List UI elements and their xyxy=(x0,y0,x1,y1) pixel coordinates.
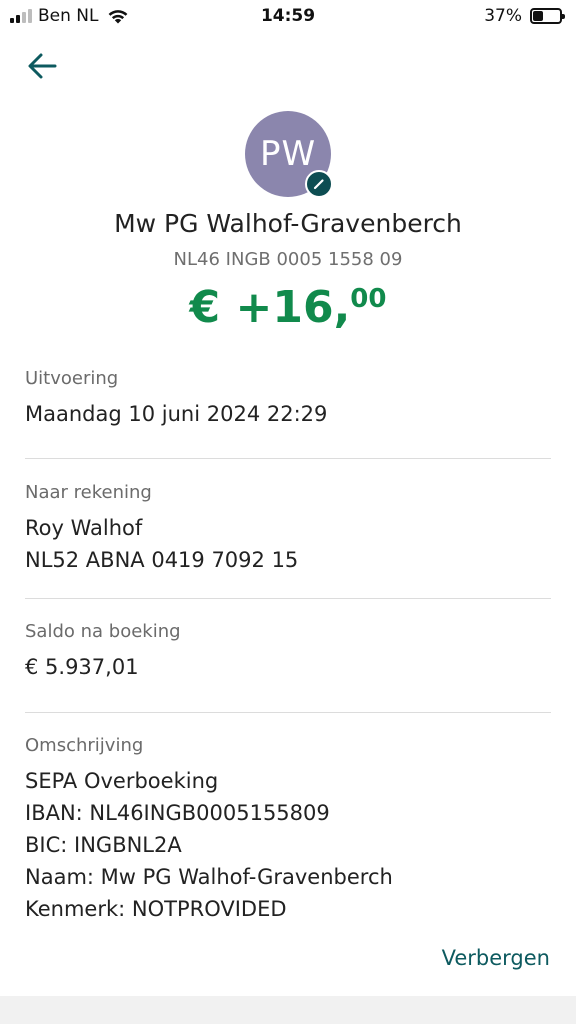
amount-main: € +16, xyxy=(189,282,351,333)
battery-fill xyxy=(533,11,543,21)
status-bar: Ben NL 14:59 37% xyxy=(0,0,576,32)
divider xyxy=(25,458,551,459)
balance-section: Saldo na boeking € 5.937,01 xyxy=(25,621,551,683)
execution-section: Uitvoering Maandag 10 juni 2024 22:29 xyxy=(25,368,551,430)
pencil-icon xyxy=(313,179,324,190)
battery-icon xyxy=(530,8,565,24)
balance-value: € 5.937,01 xyxy=(25,655,139,679)
divider xyxy=(25,598,551,599)
to-account-label: Naar rekening xyxy=(25,482,152,503)
amount-cents: 00 xyxy=(350,284,387,314)
to-account-section: Naar rekening Roy Walhof NL52 ABNA 0419 … xyxy=(25,482,551,576)
edit-avatar-button[interactable] xyxy=(305,170,333,198)
to-account-name: Roy Walhof xyxy=(25,516,143,540)
divider xyxy=(25,712,551,713)
description-line: IBAN: NL46INGB0005155809 xyxy=(25,801,330,825)
battery-percentage: 37% xyxy=(484,6,522,26)
bottom-bar xyxy=(0,996,576,1024)
description-section: Omschrijving SEPA Overboeking IBAN: NL46… xyxy=(25,735,551,925)
contact-name: Mw PG Walhof-Gravenberch xyxy=(114,209,462,238)
back-button[interactable] xyxy=(22,46,62,86)
status-right: 37% xyxy=(484,6,565,26)
execution-label: Uitvoering xyxy=(25,368,119,389)
execution-date: Maandag 10 juni 2024 22:29 xyxy=(25,402,328,426)
balance-label: Saldo na boeking xyxy=(25,621,181,642)
description-line: SEPA Overboeking xyxy=(25,769,219,793)
arrow-left-icon xyxy=(28,53,57,79)
transaction-amount: € +16,00 xyxy=(0,282,576,333)
contact-iban: NL46 INGB 0005 1558 09 xyxy=(173,249,403,270)
description-line: BIC: INGBNL2A xyxy=(25,833,182,857)
description-label: Omschrijving xyxy=(25,735,144,756)
description-line: Naam: Mw PG Walhof-Gravenberch xyxy=(25,865,393,889)
description-line: Kenmerk: NOTPROVIDED xyxy=(25,897,287,921)
hide-details-link[interactable]: Verbergen xyxy=(442,946,550,970)
to-account-iban: NL52 ABNA 0419 7092 15 xyxy=(25,548,299,572)
